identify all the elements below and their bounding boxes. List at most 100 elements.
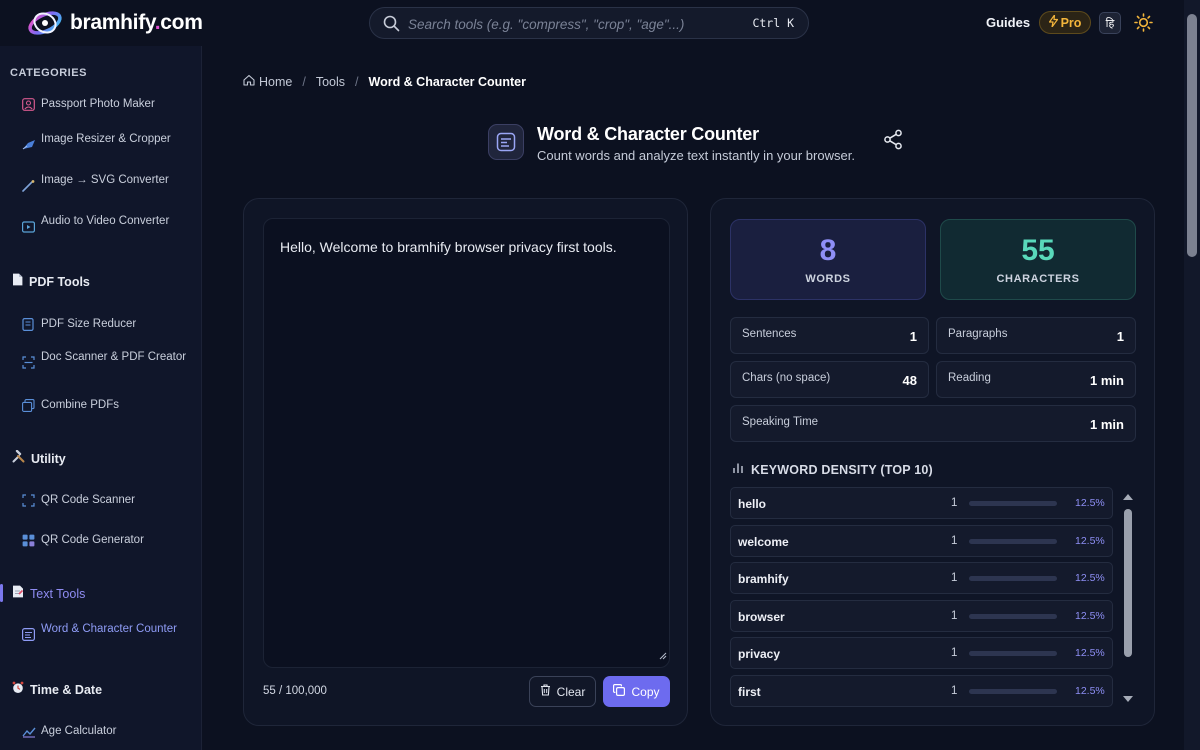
list-item: hello 1 12.5% xyxy=(730,487,1113,519)
share-icon[interactable] xyxy=(883,129,904,155)
search-input[interactable] xyxy=(408,14,738,34)
qr-code-icon xyxy=(22,534,35,547)
breadcrumb-home[interactable]: Home xyxy=(243,74,292,89)
search-shortcut: Ctrl K xyxy=(752,16,794,30)
logo-brand: bramhify xyxy=(70,11,155,34)
list-item: privacy 1 12.5% xyxy=(730,637,1113,669)
trash-icon xyxy=(540,684,551,699)
characters-stat-card: 55 CHARACTERS xyxy=(940,219,1136,300)
keyword: privacy xyxy=(738,647,781,661)
sidebar-group-utility[interactable]: Utility xyxy=(12,449,66,468)
density-bar xyxy=(969,538,1057,544)
stat-row-paragraphs: Paragraphs 1 xyxy=(936,317,1136,354)
stat-row-chars-no-space: Chars (no space) 48 xyxy=(730,361,929,398)
keyword-percent: 12.5% xyxy=(1075,647,1105,659)
sidebar-item-label: Age Calculator xyxy=(41,725,117,737)
sidebar-item-combine-pdfs[interactable]: Combine PDFs xyxy=(22,398,192,412)
sidebar-item-qr-code-scanner[interactable]: QR Code Scanner xyxy=(22,493,192,507)
density-bar xyxy=(969,651,1057,656)
sidebar-item-audio-to-video[interactable]: Audio to Video Converter xyxy=(22,214,192,233)
sidebar-item-image-resizer[interactable]: Image Resizer & Cropper xyxy=(22,132,192,151)
sidebar-group-label: Utility xyxy=(31,452,66,466)
sidebar-group-pdf-tools[interactable]: PDF Tools xyxy=(12,273,90,291)
words-label: WORDS xyxy=(805,272,851,285)
keyword-list-scrollbar[interactable] xyxy=(1122,489,1134,707)
breadcrumb-current: Word & Character Counter xyxy=(368,74,526,89)
keyword-count: 1 xyxy=(951,684,958,697)
lightning-icon xyxy=(1048,14,1058,30)
person-icon xyxy=(22,98,35,111)
list-item: bramhify 1 12.5% xyxy=(730,562,1113,594)
sidebar-item-label: PDF Size Reducer xyxy=(41,318,137,330)
keyword-density-list[interactable]: hello 1 12.5% welcome 1 12.5% bramhify 1… xyxy=(730,487,1113,707)
characters-count: 55 xyxy=(1021,233,1055,267)
age-icon xyxy=(22,725,36,738)
stat-value: 1 xyxy=(909,329,917,344)
sidebar-item-doc-scanner[interactable]: Doc Scanner & PDF Creator xyxy=(22,350,192,369)
page-scrollbar[interactable] xyxy=(1184,0,1200,750)
clear-label: Clear xyxy=(556,684,586,699)
sidebar-group-label: PDF Tools xyxy=(29,275,90,289)
resize-handle-icon[interactable] xyxy=(659,647,667,665)
text-input[interactable] xyxy=(264,219,669,667)
keyword-count: 1 xyxy=(951,572,958,584)
page-scrollbar-thumb[interactable] xyxy=(1187,14,1197,257)
scroll-up-arrow-icon[interactable] xyxy=(1122,489,1134,507)
stat-key: Reading xyxy=(948,372,991,384)
sidebar-item-label: Combine PDFs xyxy=(41,399,119,411)
stat-key: Speaking Time xyxy=(742,416,819,428)
theme-toggle-sun-icon[interactable] xyxy=(1134,13,1153,37)
document-icon xyxy=(12,273,23,291)
logo[interactable]: bramhify.com xyxy=(26,8,203,38)
vector-icon xyxy=(22,179,35,192)
breadcrumb-separator: / xyxy=(302,74,306,89)
keyword-density-title: KEYWORD DENSITY (TOP 10) xyxy=(751,462,933,477)
logo-tld: com xyxy=(160,11,203,34)
stat-value: 1 min xyxy=(1090,417,1124,432)
breadcrumb-tools[interactable]: Tools xyxy=(316,75,345,89)
list-item: first 1 12.5% xyxy=(730,674,1113,707)
keyword: first xyxy=(738,684,761,699)
sidebar-item-qr-code-generator[interactable]: QR Code Generator xyxy=(22,533,192,547)
keyword-count: 1 xyxy=(951,647,958,659)
guides-link[interactable]: Guides xyxy=(986,15,1030,30)
sidebar-group-label: Text Tools xyxy=(30,587,86,601)
keyword-count: 1 xyxy=(951,609,958,622)
home-icon xyxy=(243,74,255,89)
pro-button[interactable]: Pro xyxy=(1039,11,1091,34)
language-button[interactable]: हि xyxy=(1099,12,1121,34)
categories-heading: CATEGORIES xyxy=(10,67,87,79)
tool-icon xyxy=(488,124,524,160)
list-item: welcome 1 12.5% xyxy=(730,524,1113,557)
stat-value: 1 xyxy=(1116,329,1124,344)
copy-button[interactable]: Copy xyxy=(603,676,670,707)
stat-value: 1 min xyxy=(1090,373,1124,388)
sidebar-item-word-character-counter[interactable]: Word & Character Counter xyxy=(22,622,192,642)
sidebar-item-age-calculator[interactable]: Age Calculator xyxy=(22,724,192,738)
sidebar-item-label: QR Code Generator xyxy=(41,534,144,546)
sidebar-group-text-tools[interactable]: Text Tools xyxy=(12,585,85,603)
search-bar[interactable]: Ctrl K xyxy=(369,7,809,39)
characters-label: CHARACTERS xyxy=(996,272,1080,285)
clear-button[interactable]: Clear xyxy=(529,676,596,707)
breadcrumb: Home / Tools / Word & Character Counter xyxy=(243,74,526,89)
keyword-density-heading: KEYWORD DENSITY (TOP 10) xyxy=(732,462,933,477)
keyword-percent: 12.5% xyxy=(1075,609,1105,622)
text-editor-wrapper xyxy=(263,218,670,668)
scroll-down-arrow-icon[interactable] xyxy=(1122,691,1134,709)
scrollbar-thumb[interactable] xyxy=(1124,509,1132,657)
sidebar-item-label: Image Resizer & Cropper xyxy=(41,133,171,145)
active-group-indicator xyxy=(0,584,3,602)
keyword-percent: 12.5% xyxy=(1075,497,1105,509)
sidebar-item-passport-photo-maker[interactable]: Passport Photo Maker xyxy=(22,97,192,111)
sidebar-group-time-date[interactable]: Time & Date xyxy=(12,681,102,699)
sidebar-item-pdf-size-reducer[interactable]: PDF Size Reducer xyxy=(22,317,192,332)
sidebar-item-label: QR Code Scanner xyxy=(41,494,135,506)
scanner-icon xyxy=(22,356,35,369)
sidebar-item-label: Passport Photo Maker xyxy=(41,98,155,110)
sidebar-item-image-svg-converter[interactable]: Image → SVG Converter xyxy=(22,173,192,192)
keyword: welcome xyxy=(738,534,789,549)
keyword-percent: 12.5% xyxy=(1075,684,1105,697)
density-bar xyxy=(969,576,1057,581)
copy-label: Copy xyxy=(631,684,660,699)
